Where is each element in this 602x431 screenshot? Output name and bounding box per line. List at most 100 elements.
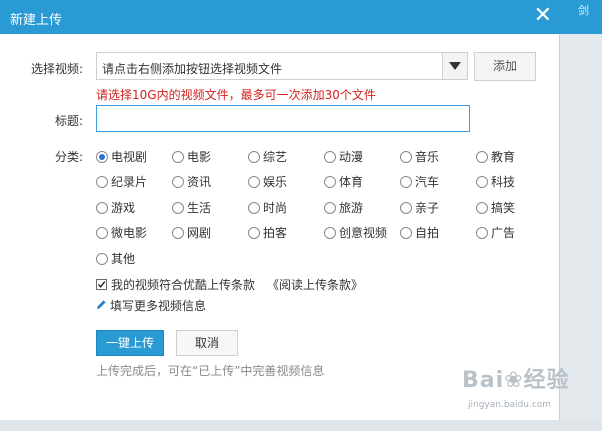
category-option[interactable]: 网剧 xyxy=(172,224,211,241)
category-option[interactable]: 电影 xyxy=(172,148,211,165)
agree-checkbox[interactable] xyxy=(96,279,107,290)
category-label-text: 网剧 xyxy=(187,226,212,240)
video-file-select[interactable]: 请点击右侧添加按钮选择视频文件 xyxy=(96,52,468,80)
radio-icon[interactable] xyxy=(476,226,488,239)
watermark: Bai❀经验 jingyan.baidu.com xyxy=(462,362,570,410)
category-label-text: 微电影 xyxy=(111,226,148,240)
category-label-text: 体育 xyxy=(339,175,364,189)
category-label-text: 亲子 xyxy=(415,201,440,215)
category-option[interactable]: 自拍 xyxy=(400,224,439,241)
radio-icon[interactable] xyxy=(96,226,108,239)
category-label-text: 娱乐 xyxy=(263,175,288,189)
category-option[interactable]: 资讯 xyxy=(172,173,211,190)
category-label-text: 其他 xyxy=(111,252,136,266)
category-option[interactable]: 教育 xyxy=(476,148,515,165)
category-option[interactable]: 游戏 xyxy=(96,199,135,216)
category-option[interactable]: 搞笑 xyxy=(476,199,515,216)
agree-text: 我的视频符合优酷上传条款 xyxy=(111,278,256,292)
radio-icon[interactable] xyxy=(248,201,260,214)
upload-note: 上传完成后，可在“已上传”中完善视频信息 xyxy=(96,364,325,378)
category-label-text: 拍客 xyxy=(263,226,288,240)
radio-icon[interactable] xyxy=(400,150,412,163)
title-label: 标题: xyxy=(55,114,84,128)
add-button[interactable]: 添加 xyxy=(474,52,536,81)
radio-icon[interactable] xyxy=(172,175,184,188)
dialog-title: 新建上传 xyxy=(10,13,63,28)
category-label-text: 生活 xyxy=(187,201,212,215)
radio-icon[interactable] xyxy=(400,175,412,188)
category-option[interactable]: 广告 xyxy=(476,224,515,241)
category-option[interactable]: 其他 xyxy=(96,250,135,267)
radio-icon[interactable] xyxy=(324,226,336,239)
agree-row: 我的视频符合优酷上传条款 《阅读上传条款》 xyxy=(96,276,363,293)
category-option[interactable]: 娱乐 xyxy=(248,173,287,190)
radio-icon[interactable] xyxy=(172,201,184,214)
category-option[interactable]: 时尚 xyxy=(248,199,287,216)
category-label: 分类: xyxy=(55,150,84,164)
category-label-text: 自拍 xyxy=(415,226,440,240)
radio-icon[interactable] xyxy=(96,175,108,188)
pencil-icon xyxy=(96,299,107,313)
radio-icon[interactable] xyxy=(400,201,412,214)
radio-icon[interactable] xyxy=(172,150,184,163)
category-label-text: 教育 xyxy=(491,150,516,164)
category-label-text: 综艺 xyxy=(263,150,288,164)
background-footer xyxy=(0,420,602,431)
radio-icon[interactable] xyxy=(248,226,260,239)
category-option[interactable]: 亲子 xyxy=(400,199,439,216)
video-hint: 请选择10G内的视频文件，最多可一次添加30个文件 xyxy=(96,88,376,102)
upload-dialog: 新建上传 ✕ 选择视频: 请点击右侧添加按钮选择视频文件 添加 请选择10G内的… xyxy=(0,0,560,420)
radio-icon[interactable] xyxy=(476,175,488,188)
more-info-link[interactable]: 填写更多视频信息 xyxy=(96,297,206,314)
watermark-logo: Bai❀经验 xyxy=(462,368,570,393)
radio-icon[interactable] xyxy=(324,175,336,188)
category-label-text: 动漫 xyxy=(339,150,364,164)
category-option[interactable]: 汽车 xyxy=(400,173,439,190)
category-option[interactable]: 体育 xyxy=(324,173,363,190)
category-label-text: 时尚 xyxy=(263,201,288,215)
background-tab-label: 剑 xyxy=(578,4,589,17)
terms-link[interactable]: 《阅读上传条款》 xyxy=(267,276,363,293)
dropdown-arrow-icon[interactable] xyxy=(442,53,467,79)
radio-icon[interactable] xyxy=(324,201,336,214)
category-label-text: 游戏 xyxy=(111,201,136,215)
category-label-text: 音乐 xyxy=(415,150,440,164)
category-option[interactable]: 创意视频 xyxy=(324,224,387,241)
cancel-button[interactable]: 取消 xyxy=(176,330,238,356)
radio-icon[interactable] xyxy=(248,150,260,163)
category-option[interactable]: 生活 xyxy=(172,199,211,216)
radio-icon[interactable] xyxy=(96,252,108,265)
video-label: 选择视频: xyxy=(31,62,84,76)
category-label-text: 搞笑 xyxy=(491,201,516,215)
more-info-text: 填写更多视频信息 xyxy=(110,299,207,313)
radio-icon[interactable] xyxy=(172,226,184,239)
category-option[interactable]: 微电影 xyxy=(96,224,147,241)
category-option[interactable]: 综艺 xyxy=(248,148,287,165)
category-label-text: 创意视频 xyxy=(339,226,388,240)
category-option[interactable]: 动漫 xyxy=(324,148,363,165)
upload-button[interactable]: 一键上传 xyxy=(96,330,164,356)
radio-icon[interactable] xyxy=(96,150,108,163)
radio-icon[interactable] xyxy=(324,150,336,163)
category-label-text: 纪录片 xyxy=(111,175,148,189)
radio-icon[interactable] xyxy=(476,201,488,214)
radio-icon[interactable] xyxy=(248,175,260,188)
category-option[interactable]: 旅游 xyxy=(324,199,363,216)
category-option[interactable]: 科技 xyxy=(476,173,515,190)
category-option[interactable]: 纪录片 xyxy=(96,173,147,190)
category-label-text: 广告 xyxy=(491,226,516,240)
category-option[interactable]: 拍客 xyxy=(248,224,287,241)
radio-icon[interactable] xyxy=(400,226,412,239)
category-label-text: 旅游 xyxy=(339,201,364,215)
category-label-text: 电视剧 xyxy=(111,150,148,164)
video-select-text: 请点击右侧添加按钮选择视频文件 xyxy=(102,62,283,76)
category-label-text: 汽车 xyxy=(415,175,440,189)
watermark-url: jingyan.baidu.com xyxy=(468,400,552,410)
close-icon[interactable]: ✕ xyxy=(534,4,552,28)
category-option[interactable]: 音乐 xyxy=(400,148,439,165)
radio-icon[interactable] xyxy=(476,150,488,163)
radio-icon[interactable] xyxy=(96,201,108,214)
category-option[interactable]: 电视剧 xyxy=(96,148,147,165)
dialog-titlebar: 新建上传 ✕ xyxy=(0,0,560,34)
title-input[interactable] xyxy=(96,105,470,132)
